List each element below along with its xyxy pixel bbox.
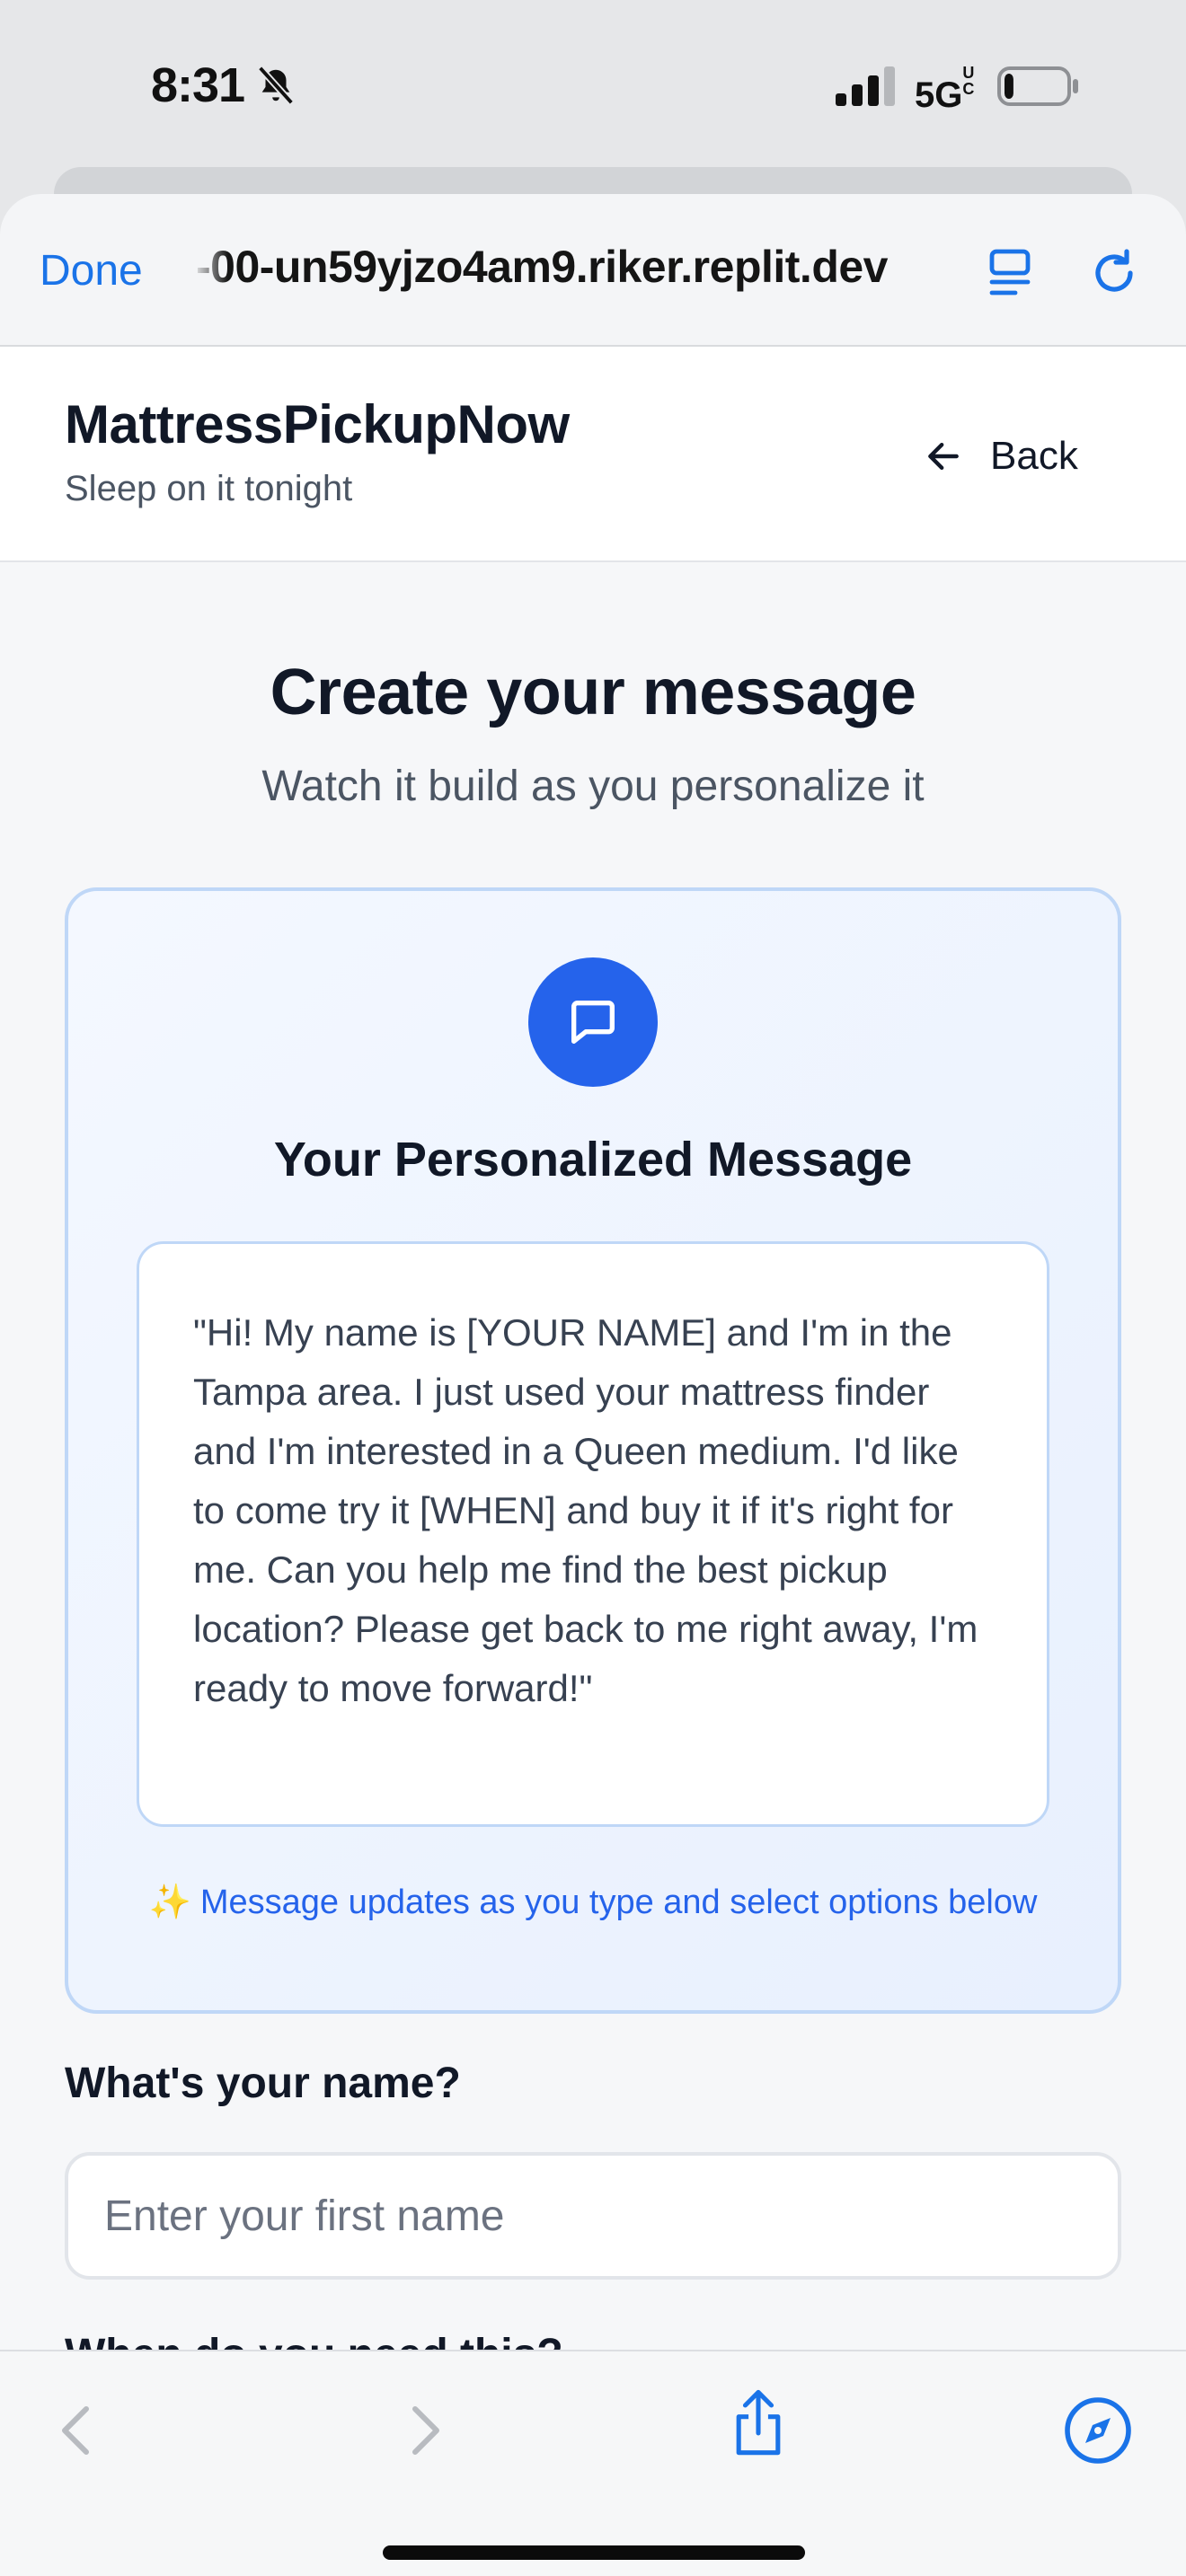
screen: 8:31 5GUC Done -00-un59yjzo4am9.riker.re… bbox=[0, 0, 1186, 2576]
done-button[interactable]: Done bbox=[40, 246, 143, 296]
brand-tagline: Sleep on it tonight bbox=[65, 469, 353, 508]
page-title: Create your message bbox=[270, 657, 916, 728]
arrow-left-icon bbox=[928, 442, 959, 471]
browser-bottom-toolbar bbox=[0, 2350, 1186, 2576]
first-name-input[interactable] bbox=[65, 2152, 1121, 2280]
chevron-left-icon[interactable] bbox=[41, 2395, 113, 2466]
back-button-label: Back bbox=[990, 434, 1078, 478]
message-badge bbox=[528, 957, 658, 1087]
battery-icon bbox=[997, 66, 1078, 106]
url-display[interactable]: -00-un59yjzo4am9.riker.replit.dev bbox=[196, 241, 947, 293]
status-bar: 8:31 5GUC bbox=[0, 0, 1186, 171]
update-hint-text: Message updates as you type and select o… bbox=[199, 1883, 1038, 1921]
url-fade bbox=[192, 234, 228, 305]
compass-icon[interactable] bbox=[1062, 2395, 1134, 2466]
network-label: 5G bbox=[915, 75, 963, 115]
message-preview-card: Your Personalized Message "Hi! My name i… bbox=[65, 887, 1121, 2014]
chevron-right-icon[interactable] bbox=[388, 2395, 460, 2466]
bell-off-icon bbox=[257, 66, 295, 105]
cellular-signal-icon bbox=[836, 66, 895, 106]
reader-mode-icon[interactable] bbox=[985, 246, 1035, 300]
network-type: 5GUC bbox=[915, 65, 978, 116]
update-hint: ✨ Message updates as you type and select … bbox=[68, 1883, 1118, 1922]
preview-title: Your Personalized Message bbox=[273, 1133, 913, 1187]
main-content: Create your message Watch it build as yo… bbox=[0, 562, 1186, 2378]
status-time: 8:31 bbox=[151, 58, 245, 112]
network-suffix: UC bbox=[962, 64, 975, 98]
reload-icon[interactable] bbox=[1087, 246, 1141, 300]
brand-name: MattressPickupNow bbox=[65, 394, 570, 454]
name-field-label: What's your name? bbox=[65, 2060, 461, 2107]
message-square-icon bbox=[571, 1001, 615, 1044]
browser-top-bar: Done -00-un59yjzo4am9.riker.replit.dev bbox=[0, 194, 1186, 347]
sparkles-icon: ✨ bbox=[148, 1883, 191, 1921]
message-preview-text: "Hi! My name is [YOUR NAME] and I'm in t… bbox=[193, 1311, 978, 1709]
message-preview-box: "Hi! My name is [YOUR NAME] and I'm in t… bbox=[137, 1241, 1049, 1827]
home-indicator bbox=[383, 2545, 805, 2560]
page-subtitle: Watch it build as you personalize it bbox=[261, 763, 925, 810]
share-icon[interactable] bbox=[722, 2387, 794, 2459]
back-button[interactable]: Back bbox=[924, 429, 1078, 483]
app-header: MattressPickupNow Sleep on it tonight Ba… bbox=[0, 347, 1186, 562]
